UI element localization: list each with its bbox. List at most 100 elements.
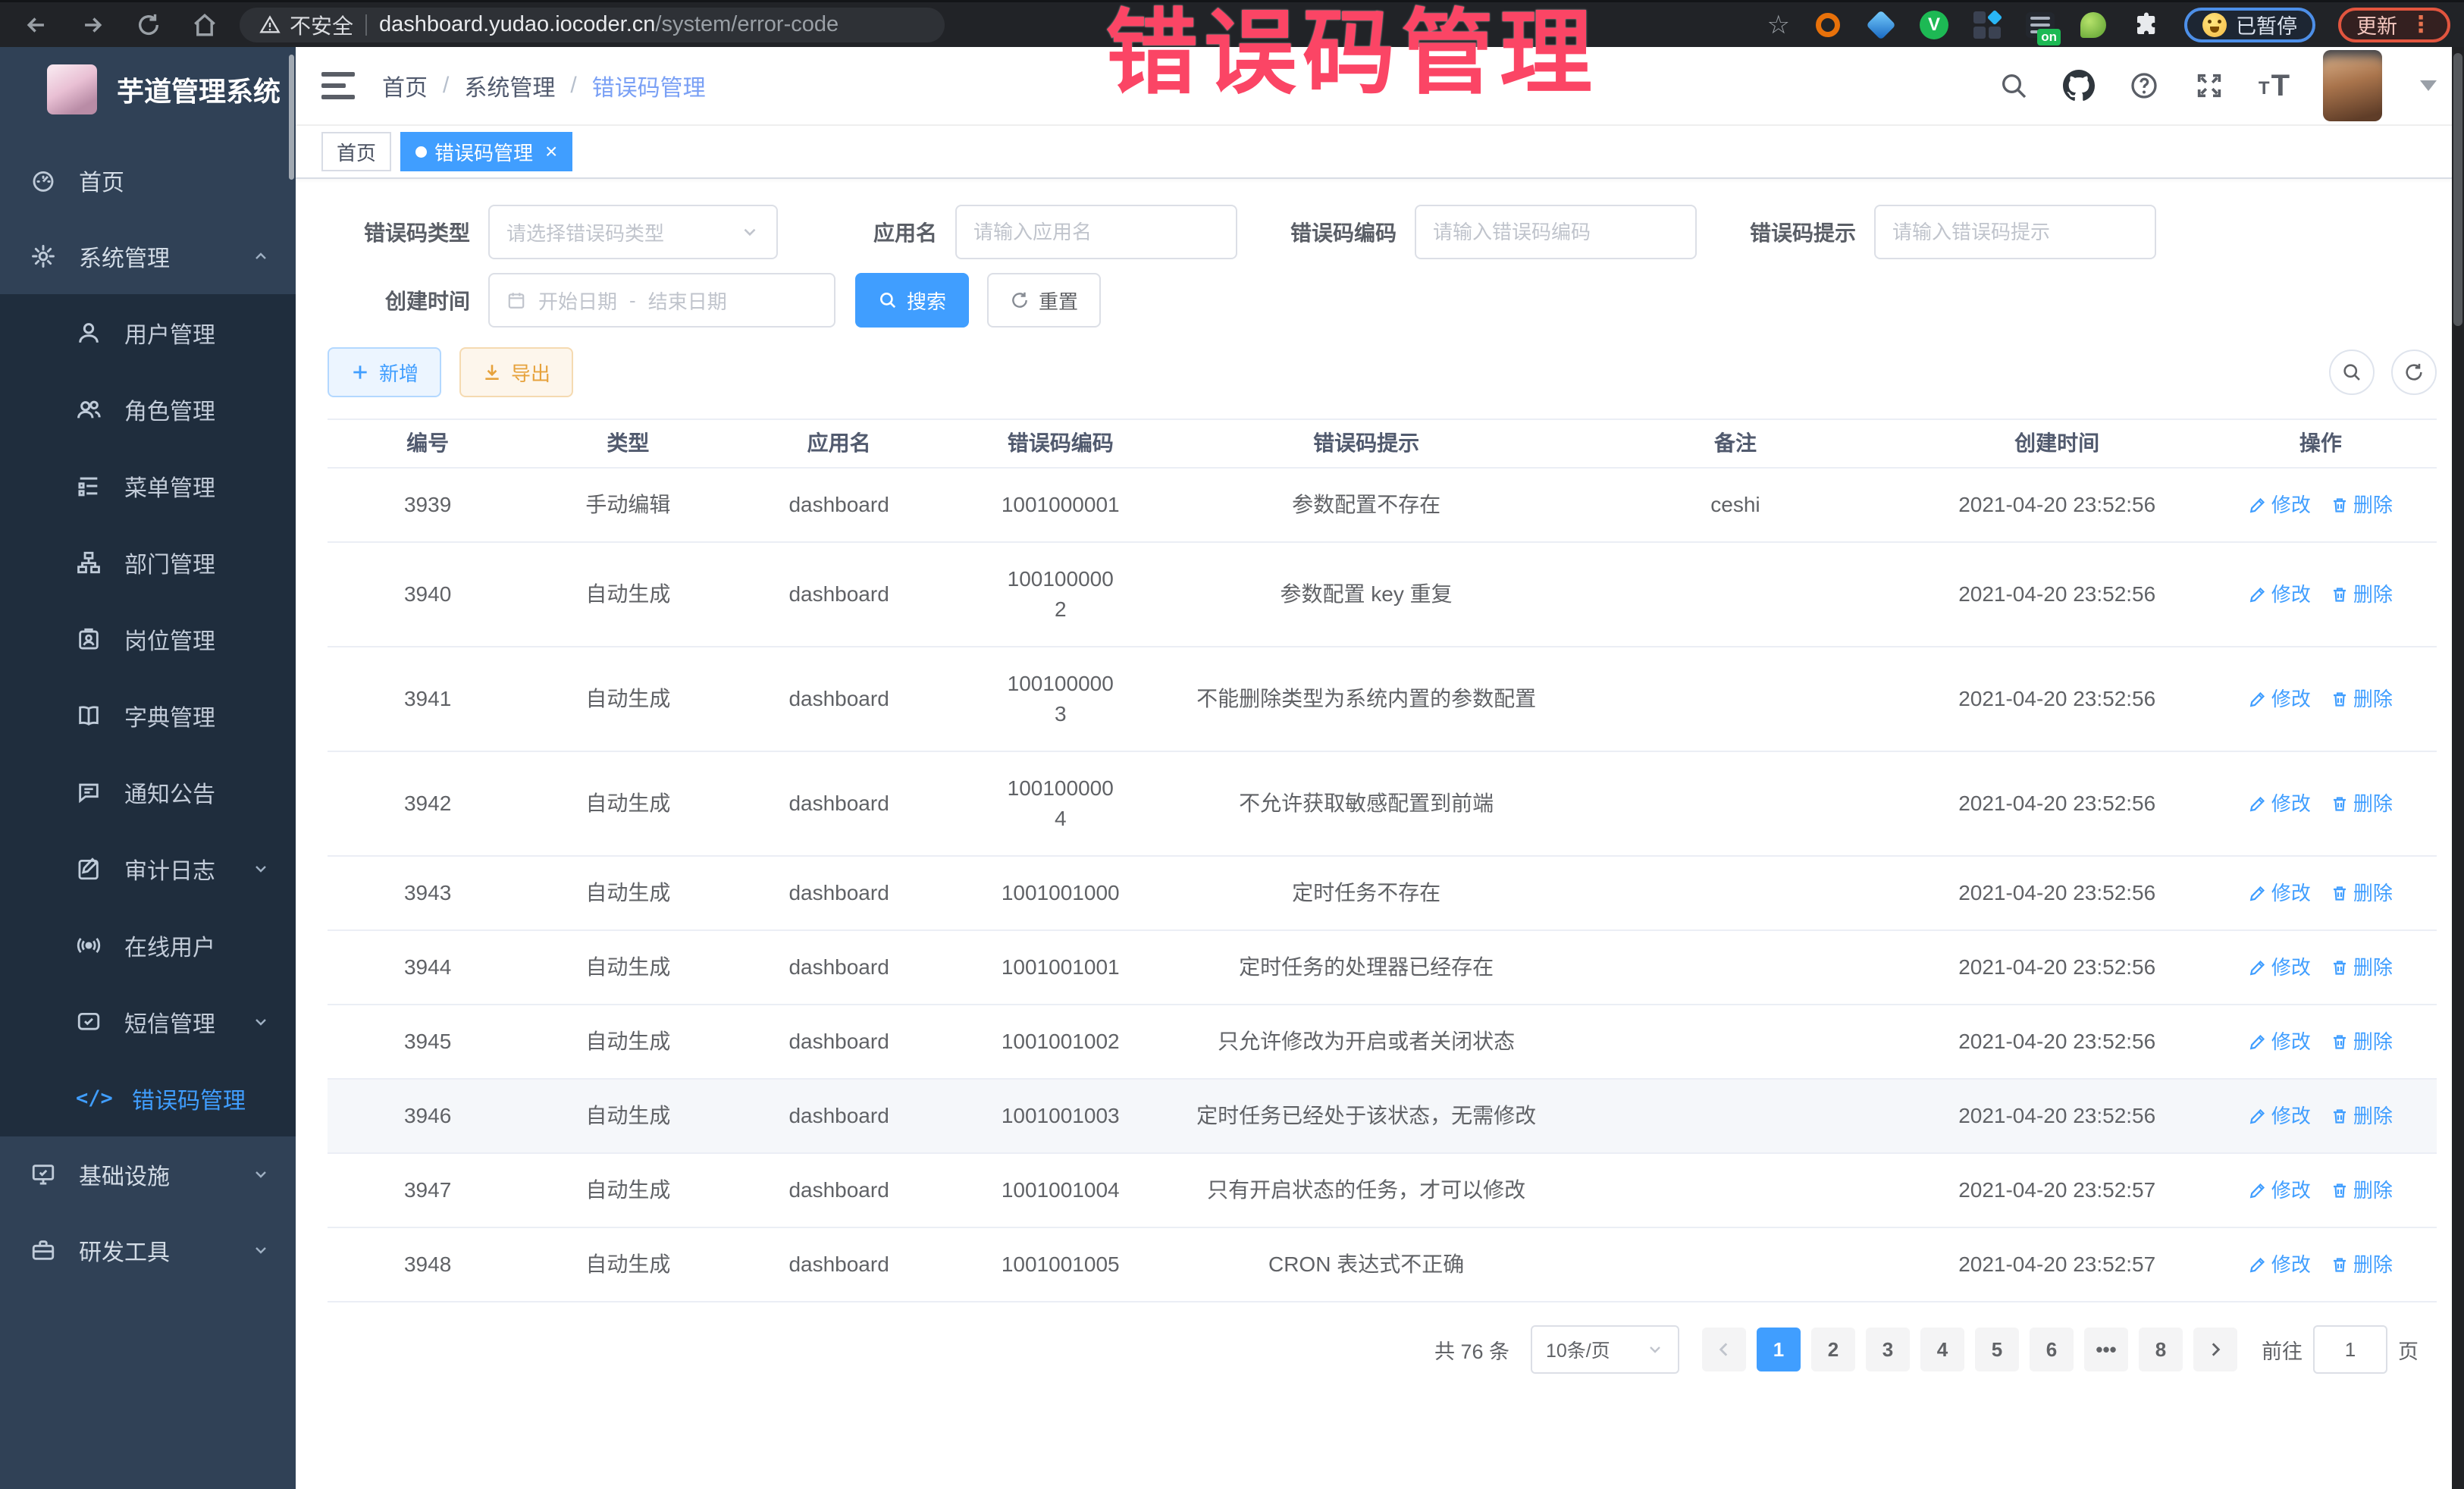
page-button[interactable]: 3 — [1866, 1328, 1910, 1371]
error-code-input[interactable] — [1433, 221, 1679, 244]
search-icon[interactable] — [1998, 70, 2030, 102]
table-row[interactable]: 3939 手动编辑 dashboard 1001000001 参数配置不存在 c… — [328, 469, 2437, 543]
browser-back-icon[interactable] — [21, 10, 52, 40]
edit-link[interactable]: 修改 — [2249, 490, 2311, 520]
url-bar[interactable]: 不安全 dashboard.yudao.iocoder.cn/system/er… — [240, 8, 945, 42]
bookmark-star-icon[interactable]: ☆ — [1767, 10, 1790, 40]
browser-reload-icon[interactable] — [133, 10, 164, 40]
edit-link[interactable]: 修改 — [2249, 878, 2311, 908]
delete-link[interactable]: 删除 — [2331, 788, 2393, 819]
help-icon[interactable] — [2128, 70, 2160, 102]
sidebar-item-error-code[interactable]: </> 错误码管理 — [0, 1060, 296, 1136]
sidebar-item-users[interactable]: 用户管理 — [0, 294, 296, 371]
hamburger-icon[interactable] — [321, 72, 355, 99]
table-row[interactable]: 3947 自动生成 dashboard 1001001004 只有开启状态的任务… — [328, 1154, 2437, 1228]
sidebar-item-dev-tools[interactable]: 研发工具 — [0, 1212, 296, 1288]
toggle-search-button[interactable] — [2329, 350, 2375, 395]
browser-update-button[interactable]: 更新⋮ — [2338, 8, 2450, 42]
browser-home-icon[interactable] — [190, 10, 220, 40]
next-page-button[interactable] — [2193, 1328, 2237, 1371]
extension-orange-ring-icon[interactable] — [1813, 10, 1843, 40]
error-type-select[interactable]: 请选择错误码类型 — [488, 205, 778, 259]
table-row[interactable]: 3942 自动生成 dashboard 100100000 4 不允许获取敏感配… — [328, 752, 2437, 857]
scrollbar-thumb[interactable] — [2453, 53, 2462, 326]
sidebar-scrollbar[interactable] — [289, 55, 294, 180]
breadcrumb-home[interactable]: 首页 — [382, 69, 428, 102]
sidebar-item-home[interactable]: 首页 — [0, 143, 296, 218]
app-name-input[interactable] — [973, 221, 1219, 244]
delete-link[interactable]: 删除 — [2331, 490, 2393, 520]
table-row[interactable]: 3946 自动生成 dashboard 1001001003 定时任务已经处于该… — [328, 1080, 2437, 1154]
delete-link[interactable]: 删除 — [2331, 878, 2393, 908]
browser-forward-icon[interactable] — [77, 10, 108, 40]
sidebar-item-system[interactable]: 系统管理 — [0, 218, 296, 294]
reset-button[interactable]: 重置 — [987, 273, 1101, 328]
tag-home[interactable]: 首页 — [321, 132, 391, 171]
tag-error-code[interactable]: 错误码管理 × — [400, 132, 572, 171]
add-button[interactable]: 新增 — [328, 347, 441, 397]
table-row[interactable]: 3940 自动生成 dashboard 100100000 2 参数配置 key… — [328, 543, 2437, 647]
user-avatar[interactable] — [2323, 50, 2382, 121]
fullscreen-icon[interactable] — [2193, 70, 2225, 102]
delete-link[interactable]: 删除 — [2331, 579, 2393, 610]
delete-link[interactable]: 删除 — [2331, 1249, 2393, 1280]
page-button[interactable]: 1 — [1757, 1328, 1801, 1371]
delete-link[interactable]: 删除 — [2331, 684, 2393, 714]
extensions-puzzle-icon[interactable] — [2131, 10, 2161, 40]
edit-link[interactable]: 修改 — [2249, 1027, 2311, 1057]
profile-paused-chip[interactable]: 已暂停 — [2184, 8, 2315, 42]
edit-link[interactable]: 修改 — [2249, 1101, 2311, 1131]
edit-link[interactable]: 修改 — [2249, 788, 2311, 819]
extension-blue-gem-icon[interactable] — [1866, 10, 1896, 40]
font-size-icon[interactable]: TT — [2259, 72, 2290, 99]
table-row[interactable]: 3944 自动生成 dashboard 1001001001 定时任务的处理器已… — [328, 931, 2437, 1005]
breadcrumb-system[interactable]: 系统管理 — [464, 69, 555, 102]
sidebar-item-notices[interactable]: 通知公告 — [0, 754, 296, 830]
sidebar-item-audit-log[interactable]: 审计日志 — [0, 830, 296, 907]
search-button[interactable]: 搜索 — [855, 273, 969, 328]
table-row[interactable]: 3943 自动生成 dashboard 1001001000 定时任务不存在 2… — [328, 857, 2437, 931]
extension-list-on-icon[interactable]: on — [2025, 10, 2055, 40]
sidebar-item-sms[interactable]: 短信管理 — [0, 983, 296, 1060]
export-button[interactable]: 导出 — [459, 347, 573, 397]
sidebar-item-infrastructure[interactable]: 基础设施 — [0, 1136, 296, 1212]
delete-link[interactable]: 删除 — [2331, 1101, 2393, 1131]
extension-grid-icon[interactable] — [1972, 10, 2002, 40]
goto-page-input[interactable] — [2313, 1325, 2387, 1374]
avatar-caret-icon[interactable] — [2420, 80, 2437, 91]
delete-link[interactable]: 删除 — [2331, 952, 2393, 983]
app-logo-row[interactable]: 芋道管理系统 — [0, 47, 296, 132]
table-row[interactable]: 3941 自动生成 dashboard 100100000 3 不能删除类型为系… — [328, 647, 2437, 752]
edit-link[interactable]: 修改 — [2249, 579, 2311, 610]
page-button[interactable]: 5 — [1975, 1328, 2019, 1371]
prev-page-button[interactable] — [1702, 1328, 1746, 1371]
edit-link[interactable]: 修改 — [2249, 952, 2311, 983]
delete-link[interactable]: 删除 — [2331, 1027, 2393, 1057]
sidebar-item-dictionary[interactable]: 字典管理 — [0, 677, 296, 754]
sidebar-item-departments[interactable]: 部门管理 — [0, 524, 296, 600]
github-icon[interactable] — [2063, 70, 2095, 102]
error-hint-input[interactable] — [1892, 221, 2138, 244]
date-range-picker[interactable]: 开始日期 - 结束日期 — [488, 273, 835, 328]
delete-link[interactable]: 删除 — [2331, 1175, 2393, 1205]
refresh-table-button[interactable] — [2391, 350, 2437, 395]
page-button[interactable]: 4 — [1920, 1328, 1964, 1371]
page-button[interactable]: 8 — [2139, 1328, 2183, 1371]
extension-green-v-icon[interactable]: V — [1919, 10, 1949, 40]
page-size-select[interactable]: 10条/页 — [1531, 1325, 1679, 1374]
browser-menu-icon[interactable]: ⋮ — [2409, 11, 2432, 38]
sidebar-item-roles[interactable]: 角色管理 — [0, 371, 296, 447]
edit-link[interactable]: 修改 — [2249, 1175, 2311, 1205]
page-button[interactable]: 2 — [1811, 1328, 1855, 1371]
page-button[interactable]: 6 — [2030, 1328, 2074, 1371]
edit-link[interactable]: 修改 — [2249, 1249, 2311, 1280]
sidebar-item-menus[interactable]: 菜单管理 — [0, 447, 296, 524]
table-row[interactable]: 3945 自动生成 dashboard 1001001002 只允许修改为开启或… — [328, 1005, 2437, 1080]
page-button[interactable]: ••• — [2084, 1328, 2128, 1371]
table-row[interactable]: 3948 自动生成 dashboard 1001001005 CRON 表达式不… — [328, 1228, 2437, 1302]
sidebar-item-posts[interactable]: 岗位管理 — [0, 600, 296, 677]
edit-link[interactable]: 修改 — [2249, 684, 2311, 714]
extension-green-sprout-icon[interactable] — [2078, 10, 2108, 40]
sidebar-item-online-users[interactable]: 在线用户 — [0, 907, 296, 983]
page-scrollbar[interactable] — [2452, 47, 2464, 1489]
